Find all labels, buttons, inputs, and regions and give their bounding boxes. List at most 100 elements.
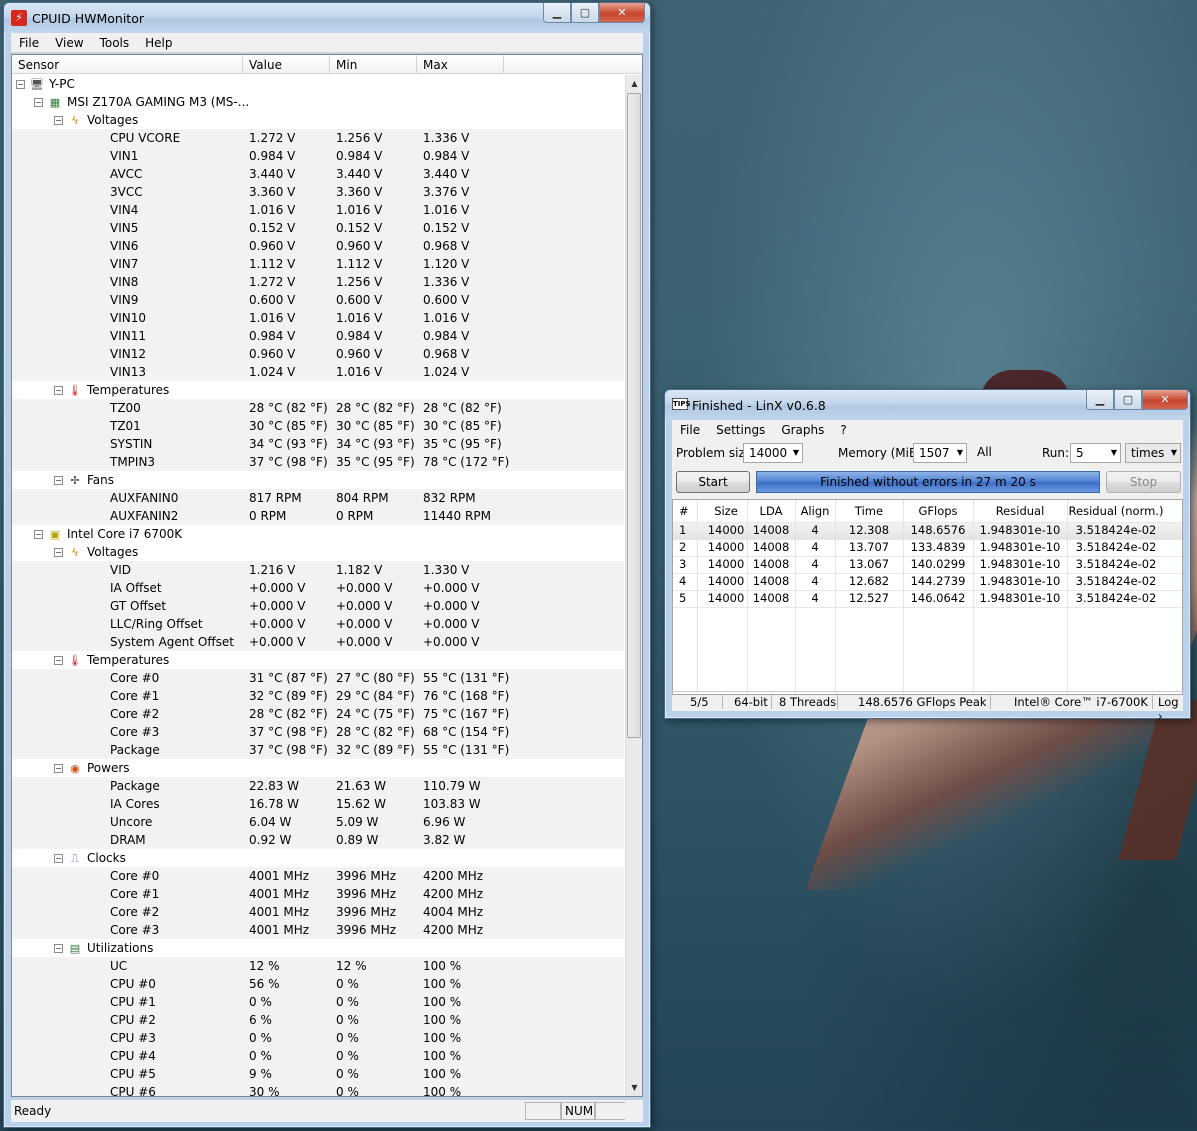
sensor-row[interactable]: CPU #5 9 % 0 % 100 % [12, 1065, 624, 1083]
sensor-row[interactable]: CPU VCORE 1.272 V 1.256 V 1.336 V [12, 129, 624, 147]
sensor-row[interactable]: TZ01 30 °C (85 °F) 30 °C (85 °F) 30 °C (85 … [12, 417, 624, 435]
hwmonitor-titlebar[interactable]: ⚡ CPUID HWMonitor ▁ ▢ ✕ [4, 3, 650, 33]
maximize-button[interactable]: ▢ [571, 3, 599, 23]
tree-node[interactable]: − ϟ Voltages [12, 111, 624, 129]
sensor-row[interactable]: 3VCC 3.360 V 3.360 V 3.376 V [12, 183, 624, 201]
sensor-row[interactable]: CPU #6 30 % 0 % 100 % [12, 1083, 624, 1096]
column-sensor[interactable]: Sensor [12, 55, 243, 73]
sensor-row[interactable]: VIN5 0.152 V 0.152 V 0.152 V [12, 219, 624, 237]
run-unit-combo[interactable]: times ▼ [1125, 443, 1181, 463]
column-max[interactable]: Max [417, 55, 504, 73]
sensor-row[interactable]: IA Cores 16.78 W 15.62 W 103.83 W [12, 795, 624, 813]
sensor-row[interactable]: DRAM 0.92 W 0.89 W 3.82 W [12, 831, 624, 849]
stop-button[interactable]: Stop [1106, 471, 1181, 493]
sensor-row[interactable]: TZ00 28 °C (82 °F) 28 °C (82 °F) 28 °C (82 … [12, 399, 624, 417]
sensor-row[interactable]: CPU #4 0 % 0 % 100 % [12, 1047, 624, 1065]
sensor-row[interactable]: Core #3 4001 MHz 3996 MHz 4200 MHz [12, 921, 624, 939]
sensor-row[interactable]: CPU #0 56 % 0 % 100 % [12, 975, 624, 993]
sensor-row[interactable]: Package 22.83 W 21.63 W 110.79 W [12, 777, 624, 795]
sensor-row[interactable]: AUXFANIN2 0 RPM 0 RPM 11440 RPM [12, 507, 624, 525]
sensor-row[interactable]: VIN11 0.984 V 0.984 V 0.984 V [12, 327, 624, 345]
sensor-row[interactable]: AVCC 3.440 V 3.440 V 3.440 V [12, 165, 624, 183]
collapse-toggle-icon[interactable]: − [16, 80, 25, 89]
close-button[interactable]: ✕ [599, 3, 645, 23]
table-row[interactable]: 4 14000 14008 4 12.682 144.2739 1.948301e-10 3.… [673, 574, 1182, 591]
sensor-row[interactable]: VIN1 0.984 V 0.984 V 0.984 V [12, 147, 624, 165]
table-header-cell[interactable]: Time [835, 500, 903, 523]
start-button[interactable]: Start [676, 471, 750, 493]
sensor-row[interactable]: VIN12 0.960 V 0.960 V 0.968 V [12, 345, 624, 363]
sensor-row[interactable]: Core #1 32 °C (89 °F) 29 °C (84 °F) 76 °C (… [12, 687, 624, 705]
sensor-row[interactable]: VID 1.216 V 1.182 V 1.330 V [12, 561, 624, 579]
sensor-row[interactable]: Core #2 28 °C (82 °F) 24 °C (75 °F) 75 °C (… [12, 705, 624, 723]
table-row[interactable]: 3 14000 14008 4 13.067 140.0299 1.948301e-10 3.… [673, 557, 1182, 574]
log-button[interactable]: Log › [1158, 695, 1183, 723]
linx-maximize-button[interactable]: ▢ [1114, 390, 1142, 410]
resize-grip-icon[interactable] [595, 1102, 625, 1120]
sensor-row[interactable]: Core #2 4001 MHz 3996 MHz 4004 MHz [12, 903, 624, 921]
sensor-row[interactable]: CPU #2 6 % 0 % 100 % [12, 1011, 624, 1029]
table-header-cell[interactable]: Residual (norm.) [1067, 500, 1165, 523]
collapse-toggle-icon[interactable]: − [54, 854, 63, 863]
memory-combo[interactable]: 1507 ▼ [913, 443, 967, 463]
sensor-row[interactable]: AUXFANIN0 817 RPM 804 RPM 832 RPM [12, 489, 624, 507]
tree-node[interactable]: − 🖥 Y-PC [12, 75, 624, 93]
sensor-row[interactable]: VIN9 0.600 V 0.600 V 0.600 V [12, 291, 624, 309]
problem-size-combo[interactable]: 14000 ▼ [743, 443, 803, 463]
linx-close-button[interactable]: ✕ [1142, 390, 1188, 410]
sensor-row[interactable]: GT Offset +0.000 V +0.000 V +0.000 V [12, 597, 624, 615]
collapse-toggle-icon[interactable]: − [34, 98, 43, 107]
tree-node[interactable]: − 🌡 Temperatures [12, 651, 624, 669]
all-label[interactable]: All [977, 445, 992, 459]
sensor-row[interactable]: VIN6 0.960 V 0.960 V 0.968 V [12, 237, 624, 255]
menu-help[interactable]: Help [137, 36, 180, 50]
sensor-row[interactable]: UC 12 % 12 % 100 % [12, 957, 624, 975]
tree-node[interactable]: − 🌡 Temperatures [12, 381, 624, 399]
menu-file[interactable]: File [11, 36, 47, 50]
table-row[interactable]: 5 14000 14008 4 12.527 146.0642 1.948301e-10 3.… [673, 591, 1182, 608]
sensor-row[interactable]: LLC/Ring Offset +0.000 V +0.000 V +0.000 V [12, 615, 624, 633]
collapse-toggle-icon[interactable]: − [34, 530, 43, 539]
collapse-toggle-icon[interactable]: − [54, 944, 63, 953]
results-table[interactable]: # Size LDA Align Time GFlops Residual Residual … [672, 499, 1183, 695]
tree-node[interactable]: − ▣ Intel Core i7 6700K [12, 525, 624, 543]
linx-window[interactable]: TIPS Finished - LinX v0.6.8 ▁ ▢ ✕ File S… [664, 389, 1191, 723]
sensor-row[interactable]: IA Offset +0.000 V +0.000 V +0.000 V [12, 579, 624, 597]
scroll-thumb[interactable] [627, 93, 641, 738]
linx-minimize-button[interactable]: ▁ [1086, 390, 1114, 410]
sensor-row[interactable]: Uncore 6.04 W 5.09 W 6.96 W [12, 813, 624, 831]
collapse-toggle-icon[interactable]: − [54, 764, 63, 773]
collapse-toggle-icon[interactable]: − [54, 116, 63, 125]
table-header-cell[interactable]: Residual [973, 500, 1067, 523]
sensor-row[interactable]: VIN8 1.272 V 1.256 V 1.336 V [12, 273, 624, 291]
column-min[interactable]: Min [330, 55, 417, 73]
collapse-toggle-icon[interactable]: − [54, 548, 63, 557]
table-row[interactable]: 1 14000 14008 4 12.308 148.6576 1.948301e-10 3.… [673, 523, 1182, 540]
linx-menu-help[interactable]: ? [832, 423, 854, 437]
menu-tools[interactable]: Tools [92, 36, 138, 50]
column-value[interactable]: Value [243, 55, 330, 73]
sensor-row[interactable]: Core #0 31 °C (87 °F) 27 °C (80 °F) 55 °C (… [12, 669, 624, 687]
collapse-toggle-icon[interactable]: − [54, 656, 63, 665]
sensor-row[interactable]: System Agent Offset +0.000 V +0.000 V +0.00… [12, 633, 624, 651]
sensor-row[interactable]: VIN7 1.112 V 1.112 V 1.120 V [12, 255, 624, 273]
scroll-down-icon[interactable]: ▼ [626, 1079, 642, 1096]
run-combo[interactable]: 5 ▼ [1070, 443, 1121, 463]
sensor-row[interactable]: Core #0 4001 MHz 3996 MHz 4200 MHz [12, 867, 624, 885]
table-header-cell[interactable]: GFlops [903, 500, 973, 523]
linx-menu-graphs[interactable]: Graphs [773, 423, 832, 437]
sensor-row[interactable]: TMPIN3 37 °C (98 °F) 35 °C (95 °F) 78 °C (1… [12, 453, 624, 471]
sensor-row[interactable]: CPU #3 0 % 0 % 100 % [12, 1029, 624, 1047]
linx-titlebar[interactable]: TIPS Finished - LinX v0.6.8 ▁ ▢ ✕ [665, 390, 1190, 420]
vertical-scrollbar[interactable]: ▲ ▼ [625, 75, 642, 1096]
sensor-row[interactable]: Package 37 °C (98 °F) 32 °C (89 °F) 55 °C (… [12, 741, 624, 759]
linx-menu-file[interactable]: File [672, 423, 708, 437]
tree-node[interactable]: − ϟ Voltages [12, 543, 624, 561]
minimize-button[interactable]: ▁ [543, 3, 571, 23]
collapse-toggle-icon[interactable]: − [54, 476, 63, 485]
table-row[interactable]: 2 14000 14008 4 13.707 133.4839 1.948301e-10 3.… [673, 540, 1182, 557]
hwmonitor-window[interactable]: ⚡ CPUID HWMonitor ▁ ▢ ✕ File View Tools … [3, 2, 651, 1128]
sensor-row[interactable]: SYSTIN 34 °C (93 °F) 34 °C (93 °F) 35 °C (9… [12, 435, 624, 453]
sensor-row[interactable]: VIN10 1.016 V 1.016 V 1.016 V [12, 309, 624, 327]
scroll-up-icon[interactable]: ▲ [626, 75, 642, 92]
